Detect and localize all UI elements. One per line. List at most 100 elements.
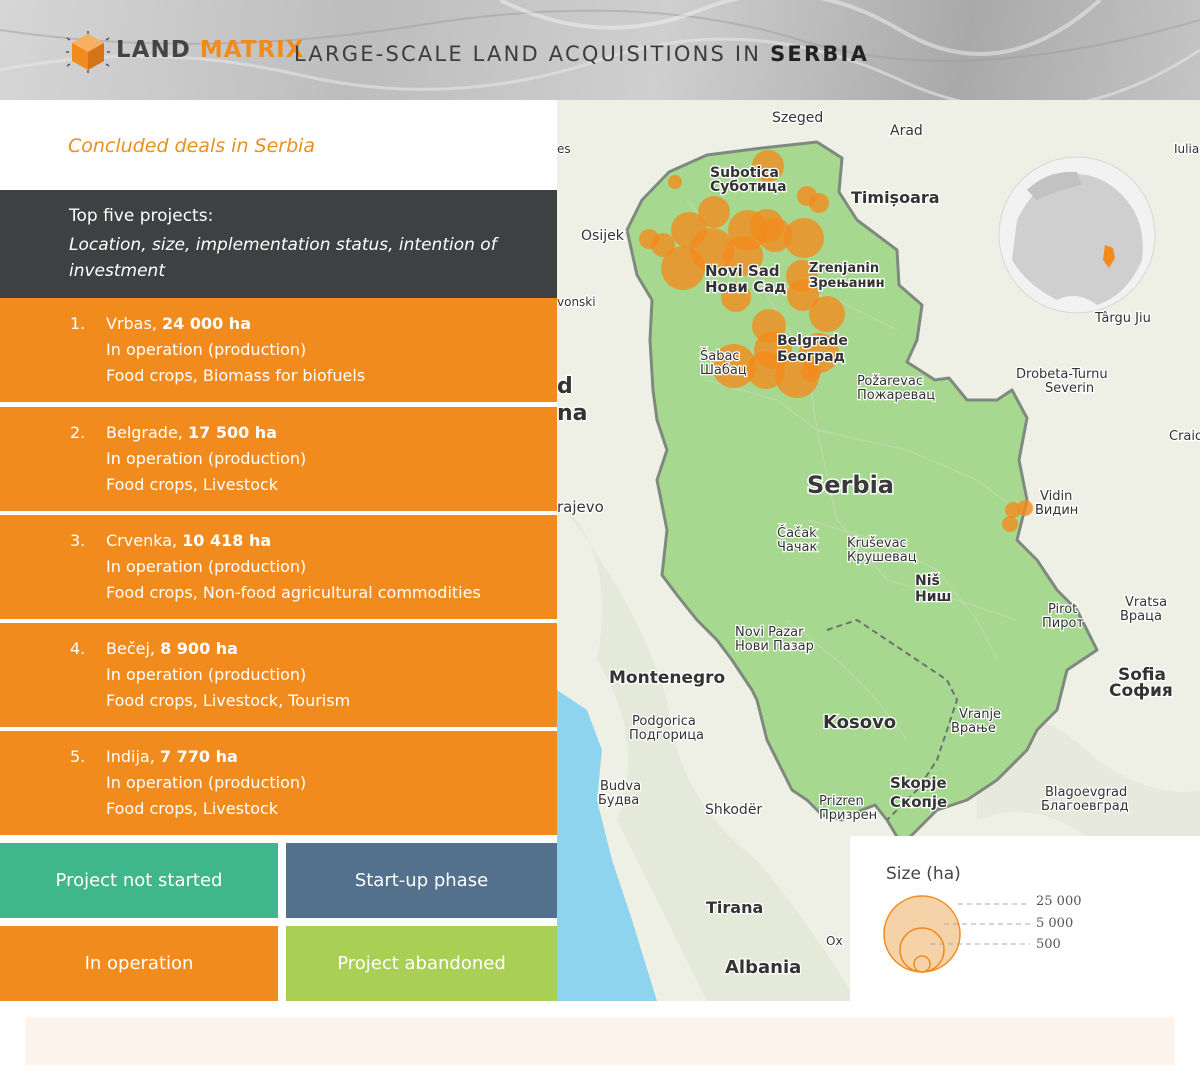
- place-label: Врање: [951, 721, 996, 736]
- deal-marker[interactable]: [1002, 516, 1018, 532]
- place-label: Novi Pazar: [735, 625, 804, 640]
- place-label: Пожаревац: [857, 388, 935, 403]
- place-label: Подгорица: [629, 728, 704, 743]
- place-label: Vranje: [959, 707, 1001, 722]
- place-label: Призрен: [819, 808, 877, 823]
- project-number: 3.: [70, 531, 86, 550]
- place-label: Iulia: [1174, 142, 1199, 156]
- project-status: In operation (production): [106, 665, 307, 684]
- title-prefix: LARGE-SCALE LAND ACQUISITIONS IN: [294, 42, 762, 66]
- place-label: Ниш: [915, 589, 951, 605]
- project-item: 5. Indija, 7 770 ha In operation (produc…: [0, 731, 557, 835]
- place-label: Drobeta-Turnu: [1016, 367, 1108, 382]
- place-label: Благоевград: [1041, 799, 1129, 814]
- project-intention: Food crops, Livestock: [106, 799, 279, 818]
- place-label: Суботица: [710, 179, 787, 195]
- place-label: Kosovo: [823, 712, 896, 733]
- top-five-header: Top five projects: Location, size, imple…: [0, 190, 557, 298]
- deal-marker[interactable]: [639, 229, 659, 249]
- project-size: 24 000 ha: [162, 314, 251, 333]
- project-item: 4. Bečej, 8 900 ha In operation (product…: [0, 623, 557, 727]
- project-size: 8 900 ha: [160, 639, 238, 658]
- project-number: 5.: [70, 747, 86, 766]
- place-label: Timișoara: [851, 188, 940, 207]
- place-label: Belgrade: [777, 333, 848, 349]
- place-label: Зрењанин: [809, 276, 885, 291]
- logo-word-matrix: MATRIX: [199, 37, 305, 63]
- project-title: Belgrade, 17 500 ha: [106, 423, 277, 442]
- project-location: Indija,: [106, 747, 155, 766]
- project-title: Indija, 7 770 ha: [106, 747, 238, 766]
- deal-marker[interactable]: [1017, 500, 1033, 516]
- deal-marker[interactable]: [797, 186, 817, 206]
- place-label: Požarevac: [857, 374, 923, 389]
- place-label: na: [557, 401, 588, 426]
- project-title: Bečej, 8 900 ha: [106, 639, 238, 658]
- project-title: Crvenka, 10 418 ha: [106, 531, 271, 550]
- place-label: Шабац: [700, 363, 747, 378]
- size-legend: Size (ha) 25 000 5 000 500: [850, 836, 1200, 1001]
- place-label: Čačak: [777, 525, 817, 541]
- deal-marker[interactable]: [801, 362, 821, 382]
- place-label: Vidin: [1040, 489, 1072, 504]
- legend-circle-500: [913, 955, 931, 973]
- header: LAND MATRIX LARGE-SCALE LAND ACQUISITION…: [0, 0, 1200, 100]
- project-intention: Food crops, Biomass for biofuels: [106, 366, 366, 385]
- place-label: Pirot: [1048, 602, 1077, 617]
- place-label: Крушевац: [847, 550, 917, 565]
- place-label: Нови Пазар: [735, 639, 814, 654]
- place-label: Zrenjanin: [809, 261, 879, 276]
- place-label: Kruševac: [847, 536, 907, 551]
- project-title: Vrbas, 24 000 ha: [106, 314, 251, 333]
- place-label: rajevo: [557, 498, 604, 516]
- info-panel: Concluded deals in Serbia Top five proje…: [0, 100, 557, 1001]
- legend-value-5000: 5 000: [1036, 916, 1074, 931]
- place-label: Tirana: [706, 898, 763, 917]
- footer-bar: [26, 1017, 1174, 1065]
- place-label: Ox: [826, 934, 843, 948]
- place-label: Podgorica: [632, 714, 696, 729]
- place-label: Vratsa: [1125, 595, 1167, 610]
- project-location: Vrbas,: [106, 314, 157, 333]
- project-number: 4.: [70, 639, 86, 658]
- project-item: 1. Vrbas, 24 000 ha In operation (produc…: [0, 298, 557, 402]
- status-not-started: Project not started: [0, 843, 278, 918]
- project-status: In operation (production): [106, 773, 307, 792]
- legend-value-500: 500: [1036, 937, 1061, 952]
- deal-marker[interactable]: [758, 218, 792, 252]
- top-five-description: Location, size, implementation status, i…: [69, 235, 497, 281]
- place-label: Пирот: [1042, 616, 1084, 631]
- country-label: Serbia: [807, 471, 894, 499]
- place-label: Чачак: [777, 540, 818, 555]
- project-location: Bečej,: [106, 639, 155, 658]
- legend-value-25000: 25 000: [1036, 894, 1082, 909]
- project-status: In operation (production): [106, 557, 307, 576]
- project-item: 2. Belgrade, 17 500 ha In operation (pro…: [0, 407, 557, 511]
- place-label: Budva: [600, 779, 641, 794]
- place-label: vonski: [557, 295, 596, 309]
- project-intention: Food crops, Livestock: [106, 475, 279, 494]
- place-label: Albania: [725, 957, 801, 978]
- project-number: 2.: [70, 423, 86, 442]
- status-in-operation: In operation: [0, 926, 278, 1001]
- place-label: d: [557, 374, 573, 399]
- place-label: Будва: [598, 793, 639, 808]
- page-title: LARGE-SCALE LAND ACQUISITIONS IN SERBIA: [294, 42, 869, 66]
- project-number: 1.: [70, 314, 86, 333]
- project-status: In operation (production): [106, 340, 307, 359]
- project-location: Belgrade,: [106, 423, 183, 442]
- place-label: Skopje: [890, 774, 947, 792]
- project-location: Crvenka,: [106, 531, 178, 550]
- project-size: 10 418 ha: [182, 531, 272, 550]
- place-label: Szeged: [772, 110, 823, 126]
- locator-globe: [998, 156, 1156, 314]
- place-label: Šabac: [700, 348, 740, 364]
- deal-marker[interactable]: [668, 175, 682, 189]
- place-label: Severin: [1045, 381, 1094, 396]
- deal-marker[interactable]: [698, 196, 730, 228]
- project-intention: Food crops, Non-food agricultural commod…: [106, 583, 481, 602]
- project-size: 17 500 ha: [187, 423, 277, 442]
- deal-marker[interactable]: [809, 296, 845, 332]
- project-status: In operation (production): [106, 449, 307, 468]
- place-label: София: [1109, 681, 1173, 701]
